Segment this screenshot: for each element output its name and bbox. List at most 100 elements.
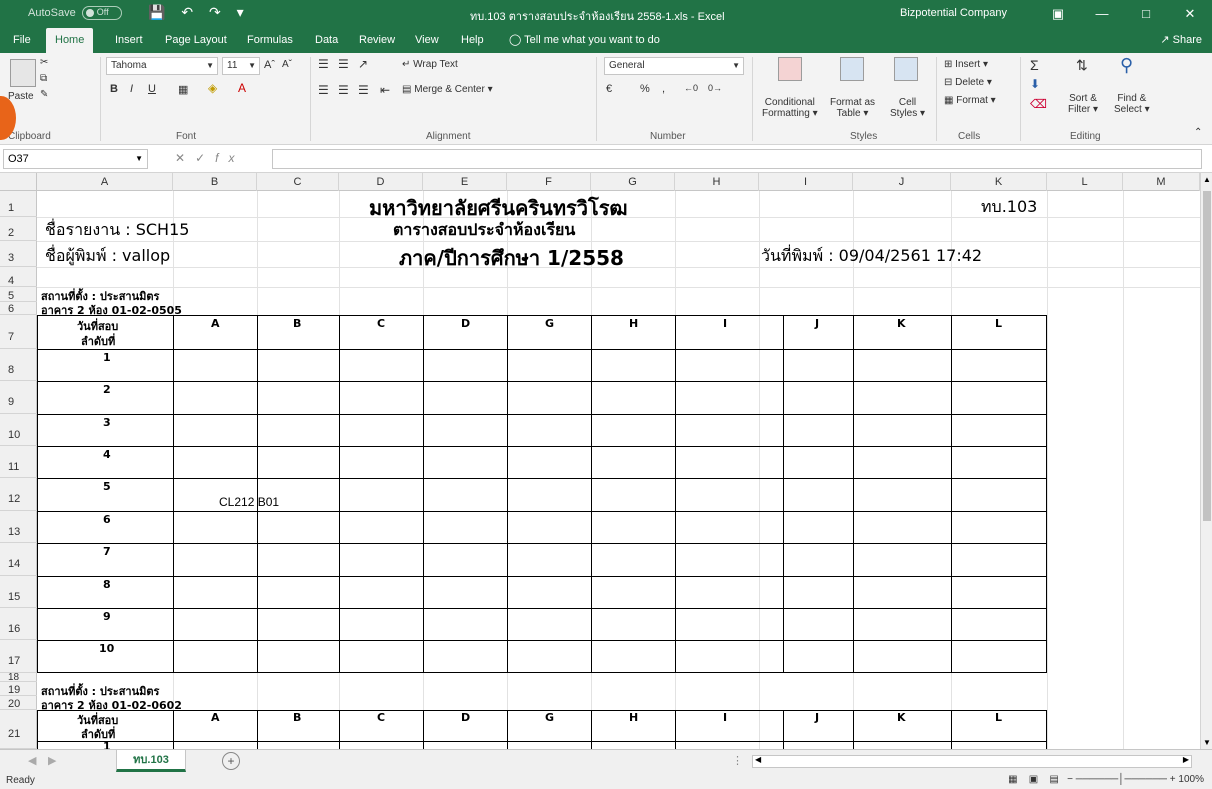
worksheet-grid[interactable]: มหาวิทยาลัยศรีนครินทรวิโรฒ ทบ.103 ชื่อรา… [37,191,1200,749]
align-top-icon[interactable]: ☰ [318,57,329,71]
format-as-table-button[interactable]: Format as Table ▾ [830,97,875,119]
toggle-switch[interactable]: Off [81,6,122,20]
column-header-i[interactable]: I [759,173,853,191]
customize-qat-icon[interactable]: ▾ [237,4,244,20]
row-header[interactable]: 19 [0,682,37,696]
cancel-icon[interactable]: ✕ [175,151,195,165]
increase-decimal-icon[interactable]: ←0 [684,83,698,93]
row-header[interactable]: 3 [0,241,37,267]
italic-button[interactable]: I [130,83,133,95]
ribbon-display-icon[interactable]: ▣ [1036,0,1080,28]
row-header[interactable]: 5 [0,287,37,302]
insert-function-button[interactable]: fx [215,151,244,165]
sort-filter-icon[interactable]: ⇅ [1076,57,1088,74]
row-header[interactable]: 11 [0,446,37,478]
fill-icon[interactable]: ⬇ [1030,77,1040,91]
row-header[interactable]: 15 [0,576,37,608]
font-color-icon[interactable]: A [238,81,246,95]
row-header[interactable]: 18 [0,673,37,683]
fill-color-icon[interactable]: ◈ [208,81,217,95]
row-header[interactable]: 14 [0,543,37,576]
cut-icon[interactable]: ✂ [40,57,48,68]
sheet-tab[interactable]: ทบ.103 [116,750,186,772]
vertical-scrollbar[interactable]: ▲ ▼ [1200,173,1212,749]
horizontal-scrollbar[interactable]: ◀ ▶ [752,755,1192,768]
zoom-out-icon[interactable]: − [1067,774,1073,785]
merge-center-button[interactable]: ▤ Merge & Center ▾ [402,84,493,95]
tab-split-icon[interactable]: ⋮ [732,754,743,767]
column-header-b[interactable]: B [173,173,257,191]
conditional-formatting-icon[interactable] [778,57,802,81]
tab-review[interactable]: Review [350,28,404,53]
undo-icon[interactable]: ↶ [181,4,193,20]
scroll-down-icon[interactable]: ▼ [1203,738,1211,747]
clear-icon[interactable]: ⌫ [1030,97,1047,111]
row-header[interactable]: 20 [0,696,37,710]
align-left-icon[interactable]: ☰ [318,83,329,97]
prev-sheet-icon[interactable]: ◀ [28,754,36,767]
minimize-icon[interactable]: — [1080,0,1124,28]
decrease-decimal-icon[interactable]: 0→ [708,83,722,93]
tell-me-search[interactable]: ◯ Tell me what you want to do [500,28,669,53]
share-button[interactable]: ↗ Share [1160,28,1202,53]
autosave-toggle[interactable]: AutoSave Off [28,6,122,20]
account-name[interactable]: Bizpotential Company [900,7,1007,19]
column-header-h[interactable]: H [675,173,759,191]
add-sheet-icon[interactable]: + [222,752,240,770]
row-header[interactable]: 1 [0,191,37,217]
page-break-view-icon[interactable]: ▤ [1049,774,1058,785]
column-header-j[interactable]: J [853,173,951,191]
column-header-c[interactable]: C [257,173,339,191]
select-all-corner[interactable] [0,173,37,191]
tab-formulas[interactable]: Formulas [238,28,302,53]
cell-styles-icon[interactable] [894,57,918,81]
row-header[interactable]: 2 [0,217,37,241]
format-as-table-icon[interactable] [840,57,864,81]
name-box[interactable]: O37 ▼ [3,149,148,169]
row-header[interactable]: 17 [0,640,37,673]
close-icon[interactable]: ✕ [1168,0,1212,28]
wrap-text-button[interactable]: ↵ Wrap Text [402,59,458,70]
tab-data[interactable]: Data [306,28,347,53]
orientation-icon[interactable]: ↗ [358,57,368,71]
insert-cells-button[interactable]: ⊞ Insert ▾ [944,59,988,70]
redo-icon[interactable]: ↷ [209,4,221,20]
formula-input[interactable] [272,149,1202,169]
next-sheet-icon[interactable]: ▶ [48,754,56,767]
format-painter-icon[interactable]: ✎ [40,89,48,100]
collapse-ribbon-icon[interactable]: ⌃ [1194,127,1202,138]
column-header-e[interactable]: E [423,173,507,191]
enter-icon[interactable]: ✓ [195,151,215,165]
scroll-left-icon[interactable]: ◀ [755,755,761,764]
increase-font-icon[interactable]: Aˆ [264,59,275,71]
row-header[interactable]: 16 [0,608,37,640]
font-name-select[interactable]: Tahoma ▼ [106,57,218,75]
row-header[interactable]: 6 [0,302,37,315]
maximize-icon[interactable]: □ [1124,0,1168,28]
exam-entry[interactable]: CL212 B01 [219,495,279,509]
scrollbar-thumb[interactable] [1203,191,1211,521]
scroll-up-icon[interactable]: ▲ [1203,175,1211,184]
row-header[interactable]: 8 [0,349,37,381]
tab-insert[interactable]: Insert [106,28,152,53]
currency-icon[interactable]: € [606,83,612,95]
font-size-select[interactable]: 11 ▼ [222,57,260,75]
zoom-in-icon[interactable]: + [1170,774,1176,785]
paste-button[interactable]: Paste [8,91,34,102]
find-icon[interactable]: ⚲ [1120,55,1133,76]
cell-styles-button[interactable]: Cell Styles ▾ [890,97,925,119]
row-header[interactable]: 9 [0,381,37,414]
conditional-formatting-button[interactable]: Conditional Formatting ▾ [762,97,818,119]
tab-page-layout[interactable]: Page Layout [156,28,236,53]
row-header[interactable]: 13 [0,511,37,543]
column-header-k[interactable]: K [951,173,1047,191]
column-header-l[interactable]: L [1047,173,1123,191]
zoom-slider[interactable]: ──────│────── [1076,774,1167,785]
row-header[interactable]: 4 [0,267,37,287]
align-middle-icon[interactable]: ☰ [338,57,349,71]
sort-filter-button[interactable]: Sort & Filter ▾ [1068,93,1098,115]
row-header[interactable]: 12 [0,478,37,511]
column-header-d[interactable]: D [339,173,423,191]
column-header-m[interactable]: M [1123,173,1200,191]
borders-icon[interactable]: ▦ [178,83,188,96]
